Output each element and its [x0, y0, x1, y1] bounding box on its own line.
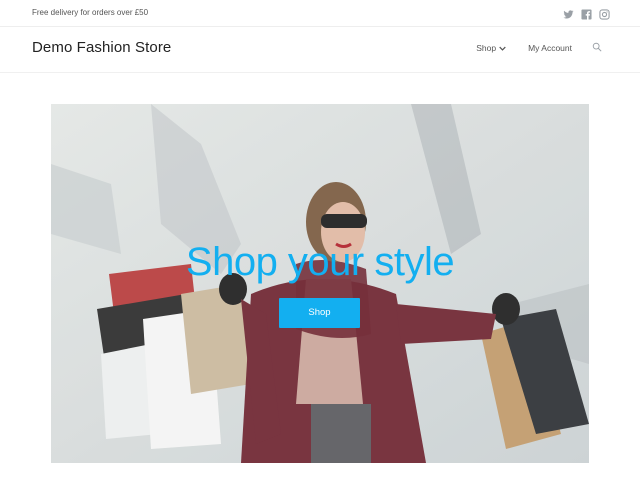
- top-bar: Free delivery for orders over £50: [0, 0, 640, 27]
- nav-item-my-account[interactable]: My Account: [528, 43, 572, 53]
- instagram-icon[interactable]: [599, 7, 610, 20]
- main-nav: Shop My Account: [476, 42, 602, 54]
- hero-banner: Shop your style Shop: [51, 104, 589, 463]
- search-icon[interactable]: [592, 42, 602, 54]
- nav-item-shop[interactable]: Shop: [476, 43, 506, 53]
- hero-heading: Shop your style: [185, 240, 455, 284]
- twitter-icon[interactable]: [563, 7, 574, 19]
- site-header: Demo Fashion Store Shop My Account: [0, 27, 640, 73]
- topbar-announcement: Free delivery for orders over £50: [32, 8, 149, 17]
- social-links: [563, 7, 610, 20]
- hero-shop-button[interactable]: Shop: [279, 298, 360, 328]
- chevron-down-icon: [499, 46, 506, 51]
- site-title[interactable]: Demo Fashion Store: [32, 39, 171, 56]
- facebook-icon[interactable]: [581, 7, 592, 20]
- nav-shop-label: Shop: [476, 43, 497, 53]
